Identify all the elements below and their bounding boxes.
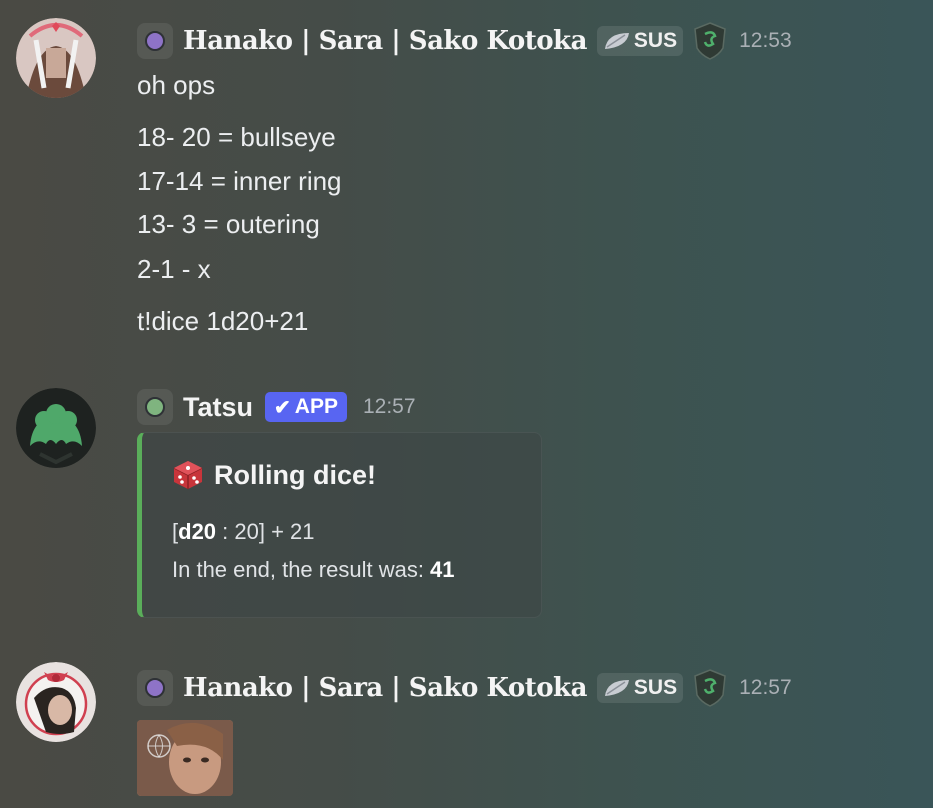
leaf-icon — [604, 33, 629, 49]
check-icon: ✔ — [274, 396, 291, 419]
message-header: Hanako | Sara | Sako Kotoka SUS 12:57 — [137, 669, 792, 707]
dragon-shield-icon[interactable] — [693, 22, 727, 60]
server-tag-label: SUS — [633, 29, 678, 52]
status-dot — [145, 678, 165, 698]
embed-title-text: Rolling dice! — [214, 459, 376, 490]
roll-detail: [d20 : 20] + 21 — [172, 519, 315, 545]
avatar[interactable] — [16, 388, 96, 468]
app-badge: ✔ APP — [265, 392, 347, 422]
app-badge-label: APP — [294, 395, 338, 418]
dragon-shield-icon[interactable] — [693, 669, 727, 707]
status-dot — [145, 31, 165, 51]
timestamp: 12:53 — [739, 29, 792, 52]
message-header: Hanako | Sara | Sako Kotoka SUS 12:53 — [137, 22, 792, 60]
leaf-icon — [604, 680, 629, 696]
roll-die: d20 — [178, 519, 217, 544]
result-prefix: In the end, the result was: — [172, 557, 431, 582]
status-dot — [145, 397, 165, 417]
message-line: 13- 3 = outering — [137, 209, 320, 239]
username[interactable]: Hanako | Sara | Sako Kotoka — [183, 673, 587, 703]
roll-rest: : 20] + 21 — [216, 519, 315, 544]
username[interactable]: Tatsu — [183, 392, 253, 423]
roll-result: In the end, the result was: 41 — [172, 557, 455, 583]
status-indicator — [137, 389, 173, 425]
embed-title: Rolling dice! — [172, 459, 376, 491]
timestamp: 12:57 — [739, 676, 792, 699]
message-line: 2-1 - x — [137, 254, 211, 284]
dice-embed: Rolling dice! [d20 : 20] + 21 In the end… — [137, 432, 542, 618]
status-indicator — [137, 670, 173, 706]
message-line: t!dice 1d20+21 — [137, 306, 309, 336]
avatar[interactable] — [16, 18, 96, 98]
dice-icon — [173, 461, 203, 489]
server-tag[interactable]: SUS — [596, 26, 684, 56]
image-attachment[interactable] — [137, 720, 233, 796]
server-tag[interactable]: SUS — [596, 673, 684, 703]
server-tag-label: SUS — [633, 676, 678, 699]
message-line: 18- 20 = bullseye — [137, 122, 336, 152]
message-line: 17-14 = inner ring — [137, 166, 342, 196]
message-line: oh ops — [137, 70, 216, 100]
message-header: Tatsu ✔ APP 12:57 — [137, 389, 416, 425]
username[interactable]: Hanako | Sara | Sako Kotoka — [183, 26, 587, 56]
status-indicator — [137, 23, 173, 59]
avatar[interactable] — [16, 662, 96, 742]
result-value: 41 — [430, 557, 455, 582]
timestamp: 12:57 — [362, 395, 416, 418]
